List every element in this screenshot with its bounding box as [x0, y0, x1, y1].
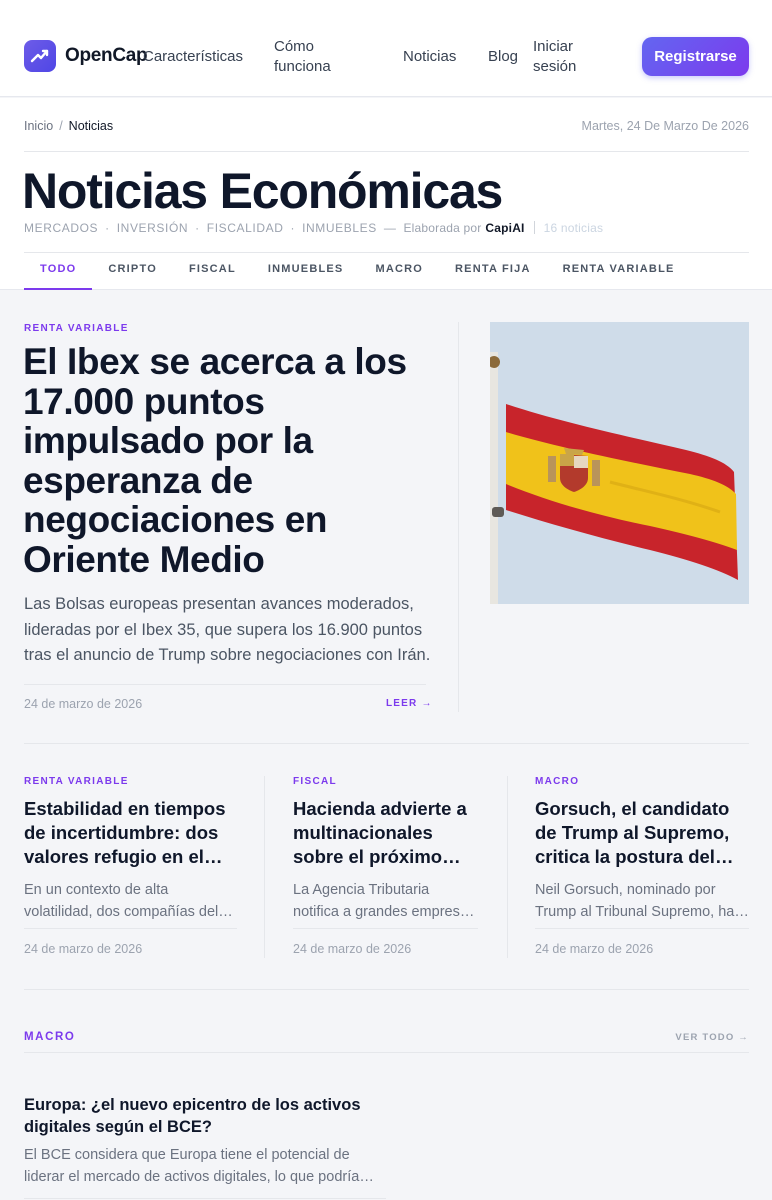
- featured-title[interactable]: El Ibex se acerca a los 17.000 puntos im…: [23, 342, 443, 579]
- card-title[interactable]: Gorsuch, el candidato de Trump al Suprem…: [535, 797, 749, 869]
- news-header-section: Inicio / Noticias Martes, 24 De Marzo De 2…: [0, 98, 772, 290]
- news-count: 16 noticias: [543, 221, 604, 235]
- tab-renta-fija[interactable]: RENTA FIJA: [439, 253, 547, 290]
- spanish-flag-icon: [490, 322, 749, 604]
- nav-news[interactable]: Noticias: [403, 47, 456, 67]
- tab-cripto[interactable]: CRIPTO: [92, 253, 173, 290]
- dot-separator: ·: [195, 221, 200, 235]
- card-title[interactable]: Estabilidad en tiempos de incertidumbre:…: [24, 797, 237, 869]
- featured-image[interactable]: [490, 322, 749, 604]
- divider: [24, 151, 749, 152]
- section-title: MACRO: [24, 1031, 76, 1043]
- column-divider: [458, 322, 459, 712]
- tab-macro[interactable]: MACRO: [359, 253, 439, 290]
- card-summary: En un contexto de alta volatilidad, dos …: [24, 882, 219, 920]
- category-label: MERCADOS: [24, 221, 99, 235]
- list-item-title[interactable]: Europa: ¿el nuevo epicentro de los activ…: [24, 1094, 384, 1138]
- card-category[interactable]: FISCAL: [293, 776, 478, 787]
- breadcrumb-home[interactable]: Inicio: [24, 119, 53, 133]
- meta-divider: [533, 221, 535, 234]
- logo-icon[interactable]: [24, 40, 56, 72]
- read-more-link[interactable]: LEER →: [386, 698, 433, 709]
- tab-fiscal[interactable]: FISCAL: [173, 253, 252, 290]
- nav-how-it-works[interactable]: Cómo funciona: [274, 37, 364, 77]
- site-header: OpenCap Características Cómo funciona No…: [0, 0, 772, 97]
- card-summary: Neil Gorsuch, nominado por Trump al Trib…: [535, 882, 735, 920]
- category-tabs: TODO CRIPTO FISCAL INMUEBLES MACRO RENTA…: [24, 253, 691, 290]
- breadcrumb-separator: /: [59, 119, 63, 133]
- dot-separator: ·: [105, 221, 110, 235]
- featured-date: 24 de marzo de 2026: [24, 697, 143, 711]
- news-card[interactable]: MACRO Gorsuch, el candidato de Trump al …: [535, 776, 749, 956]
- nav-login[interactable]: Iniciar sesión: [533, 37, 603, 77]
- card-category[interactable]: RENTA VARIABLE: [24, 776, 237, 787]
- divider: [24, 928, 237, 929]
- register-button[interactable]: Registrarse: [642, 37, 749, 76]
- divider: [293, 928, 478, 929]
- nav-features[interactable]: Características: [143, 47, 243, 67]
- news-card[interactable]: RENTA VARIABLE Estabilidad en tiempos de…: [24, 776, 237, 956]
- divider: [24, 743, 749, 744]
- page-meta: MERCADOS · INVERSIÓN · FISCALIDAD · INMUEBLES —…: [24, 221, 603, 235]
- nav-blog[interactable]: Blog: [488, 47, 518, 67]
- card-category[interactable]: MACRO: [535, 776, 749, 787]
- current-date: Martes, 24 De Marzo De 2026: [581, 119, 749, 133]
- divider: [24, 684, 426, 685]
- card-date: 24 de marzo de 2026: [535, 942, 654, 956]
- tab-inmuebles[interactable]: INMUEBLES: [252, 253, 360, 290]
- breadcrumb-current: Noticias: [68, 119, 114, 133]
- byline-author: CapiAI: [485, 221, 525, 235]
- divider: [535, 928, 749, 929]
- divider: [24, 1198, 386, 1199]
- column-divider: [507, 776, 508, 958]
- trend-up-icon: [30, 49, 49, 63]
- card-title[interactable]: Hacienda advierte a multinacionales sobr…: [293, 797, 478, 869]
- category-label: INVERSIÓN: [116, 221, 189, 235]
- tab-todo[interactable]: TODO: [24, 253, 93, 290]
- breadcrumb: Inicio / Noticias: [24, 119, 113, 133]
- card-date: 24 de marzo de 2026: [293, 942, 412, 956]
- tab-renta-variable[interactable]: RENTA VARIABLE: [547, 253, 691, 290]
- divider: [24, 1052, 749, 1053]
- dash-separator: —: [383, 221, 397, 235]
- byline-label: Elaborada por: [403, 221, 482, 235]
- column-divider: [264, 776, 265, 958]
- page-title: Noticias Económicas: [22, 163, 503, 219]
- card-summary: La Agencia Tributaria notifica a grandes…: [293, 882, 476, 920]
- divider: [24, 989, 749, 990]
- card-date: 24 de marzo de 2026: [24, 942, 143, 956]
- dot-separator: ·: [290, 221, 296, 235]
- list-item-summary: El BCE considera que Europa tiene el pot…: [24, 1147, 360, 1185]
- category-label: FISCALIDAD: [206, 221, 284, 235]
- category-label: INMUEBLES: [302, 221, 377, 235]
- view-all-link[interactable]: VER TODO →: [675, 1032, 749, 1043]
- brand-name[interactable]: OpenCap: [65, 45, 148, 67]
- featured-summary: Las Bolsas europeas presentan avances mo…: [24, 595, 431, 664]
- featured-category[interactable]: RENTA VARIABLE: [24, 323, 129, 334]
- news-card[interactable]: FISCAL Hacienda advierte a multinacional…: [293, 776, 478, 956]
